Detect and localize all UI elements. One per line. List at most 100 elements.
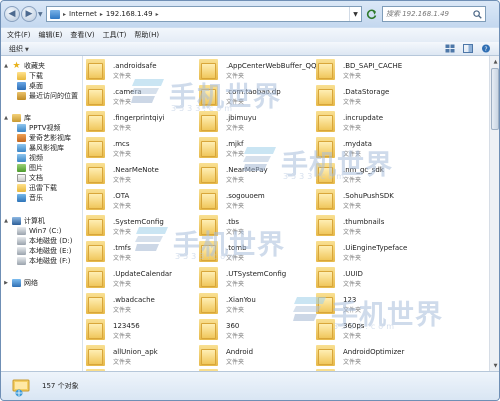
folder-item[interactable]: .DataStorage 文件夹: [316, 84, 436, 108]
folder-item[interactable]: .BD_SAPI_CACHE 文件夹: [316, 58, 436, 82]
nav-favorites[interactable]: ▲ ★ 收藏夹: [3, 61, 45, 71]
folder-item[interactable]: .incrupdate 文件夹: [316, 110, 436, 134]
folder-item[interactable]: .UpdateCalendar 文件夹: [86, 266, 206, 290]
folder-item[interactable]: .mjkf 文件夹: [199, 136, 319, 160]
folder-item[interactable]: .thumbnails 文件夹: [316, 214, 436, 238]
folder-type: 文件夹: [226, 359, 245, 366]
nav-item-recent-places[interactable]: 最近访问的位置: [17, 91, 78, 101]
folder-item[interactable]: .UiEngineTypeface 文件夹: [316, 240, 436, 264]
nav-item-drive-d[interactable]: 本地磁盘 (D:): [17, 236, 72, 246]
folder-item[interactable]: .tmfs 文件夹: [86, 240, 206, 264]
folder-item[interactable]: .XianYou 文件夹: [199, 292, 319, 316]
folder-item[interactable]: .SohuPushSDK 文件夹: [316, 188, 436, 212]
expand-arrow-icon[interactable]: ▲: [3, 63, 9, 69]
folder-item[interactable]: .UTSystemConfig 文件夹: [199, 266, 319, 290]
folder-item[interactable]: .UUID 文件夹: [316, 266, 436, 290]
nav-item-baofeng[interactable]: 暴风影视库: [17, 143, 64, 153]
nav-network[interactable]: ▶ 网络: [3, 278, 38, 288]
folder-item[interactable]: .OTA 文件夹: [86, 188, 206, 212]
folder-item[interactable]: .jbimuyu 文件夹: [199, 110, 319, 134]
address-history-dropdown[interactable]: ▼: [349, 7, 361, 21]
folder-item[interactable]: .wbadcache 文件夹: [86, 292, 206, 316]
folder-name: .nm_gc_sdk: [343, 166, 384, 174]
nav-item-iqiyi[interactable]: 爱奇艺影视库: [17, 133, 71, 143]
folder-item[interactable]: .tbs 文件夹: [199, 214, 319, 238]
folder-type: 文件夹: [113, 333, 132, 340]
folder-type: 文件夹: [226, 333, 245, 340]
help-icon[interactable]: ?: [481, 44, 491, 53]
nav-item-label: 视频: [29, 154, 43, 162]
folder-item[interactable]: AndroidOptimizer 文件夹: [316, 344, 436, 368]
folder-item[interactable]: .tomb 文件夹: [199, 240, 319, 264]
folder-item[interactable]: .mcs 文件夹: [86, 136, 206, 160]
folder-icon: [316, 163, 335, 184]
nav-item-pictures[interactable]: 图片: [17, 163, 43, 173]
nav-item-videos[interactable]: 视频: [17, 153, 43, 163]
menu-edit[interactable]: 编辑(E): [39, 30, 63, 40]
scroll-down-arrow-icon[interactable]: ▼: [490, 360, 499, 371]
nav-item-thunder[interactable]: 迅雷下载: [17, 183, 57, 193]
change-view-icon[interactable]: [445, 44, 455, 53]
breadcrumb-separator[interactable]: ▸: [63, 11, 66, 18]
menu-tools[interactable]: 工具(T): [103, 30, 127, 40]
menu-view[interactable]: 查看(V): [70, 30, 94, 40]
search-input[interactable]: [386, 10, 474, 18]
scroll-thumb[interactable]: [491, 68, 499, 130]
expand-arrow-icon[interactable]: ▲: [3, 218, 9, 224]
breadcrumb-separator[interactable]: ▸: [156, 11, 159, 18]
folder-item[interactable]: 360 文件夹: [199, 318, 319, 342]
nav-libraries[interactable]: ▲ 库: [3, 113, 31, 123]
folder-item[interactable]: Android 文件夹: [199, 344, 319, 368]
forward-button[interactable]: ▶: [21, 6, 37, 22]
back-button[interactable]: ◀: [4, 6, 20, 22]
folder-item[interactable]: .AppCenterWebBuffer_QQ 文件夹: [199, 58, 319, 82]
folder-item[interactable]: .NearMePay 文件夹: [199, 162, 319, 186]
vertical-scrollbar[interactable]: ▲ ▼: [489, 56, 499, 371]
folder-icon: [199, 59, 218, 80]
nav-item-desktop[interactable]: 桌面: [17, 81, 43, 91]
address-bar[interactable]: ▸ Internet ▸ 192.168.1.49 ▸ ▼: [46, 6, 362, 22]
breadcrumb-internet[interactable]: Internet: [69, 10, 97, 18]
search-icon[interactable]: [473, 10, 482, 19]
folder-item[interactable]: .com.taobao.dp 文件夹: [199, 84, 319, 108]
folder-name: .wbadcache: [113, 296, 155, 304]
refresh-button[interactable]: [364, 6, 379, 22]
folder-item[interactable]: allUnion_apk 文件夹: [86, 344, 206, 368]
folder-item[interactable]: .camera 文件夹: [86, 84, 206, 108]
folder-icon: [199, 293, 218, 314]
folder-icon: [199, 345, 218, 366]
folder-item[interactable]: .SystemConfig 文件夹: [86, 214, 206, 238]
folder-item[interactable]: 123 文件夹: [316, 292, 436, 316]
folder-item[interactable]: 123456 文件夹: [86, 318, 206, 342]
video-library-icon: [17, 124, 26, 132]
search-box[interactable]: [382, 6, 486, 22]
folder-item[interactable]: .mydata 文件夹: [316, 136, 436, 160]
scroll-up-arrow-icon[interactable]: ▲: [490, 56, 499, 67]
folder-name: .NearMeNote: [113, 166, 159, 174]
folder-item[interactable]: .sogouoem 文件夹: [199, 188, 319, 212]
nav-item-drive-e[interactable]: 本地磁盘 (E:): [17, 246, 71, 256]
nav-item-downloads[interactable]: 下载: [17, 71, 43, 81]
expand-arrow-icon[interactable]: ▶: [3, 280, 9, 286]
folder-type: 文件夹: [113, 73, 132, 80]
nav-item-pptv[interactable]: PPTV视频: [17, 123, 61, 133]
folder-item[interactable]: .androidsafe 文件夹: [86, 58, 206, 82]
breadcrumb-host[interactable]: 192.168.1.49: [106, 10, 153, 18]
recent-pages-dropdown[interactable]: ▼: [38, 11, 43, 18]
folder-item[interactable]: 360ps 文件夹: [316, 318, 436, 342]
menu-file[interactable]: 文件(F): [7, 30, 31, 40]
folder-icon: [199, 189, 218, 210]
folder-item[interactable]: .fingerprintqiyi 文件夹: [86, 110, 206, 134]
expand-arrow-icon[interactable]: ▲: [3, 115, 9, 121]
nav-item-documents[interactable]: 文档: [17, 173, 43, 183]
folder-item[interactable]: .NearMeNote 文件夹: [86, 162, 206, 186]
breadcrumb-separator[interactable]: ▸: [100, 11, 103, 18]
nav-computer[interactable]: ▲ 计算机: [3, 216, 45, 226]
menu-help[interactable]: 帮助(H): [134, 30, 159, 40]
organize-button[interactable]: 组织 ▼: [9, 44, 29, 54]
nav-item-drive-c[interactable]: Win7 (C:): [17, 226, 62, 236]
nav-item-drive-f[interactable]: 本地磁盘 (F:): [17, 256, 71, 266]
preview-pane-icon[interactable]: [463, 44, 473, 53]
nav-item-music[interactable]: 音乐: [17, 193, 43, 203]
folder-item[interactable]: .nm_gc_sdk 文件夹: [316, 162, 436, 186]
